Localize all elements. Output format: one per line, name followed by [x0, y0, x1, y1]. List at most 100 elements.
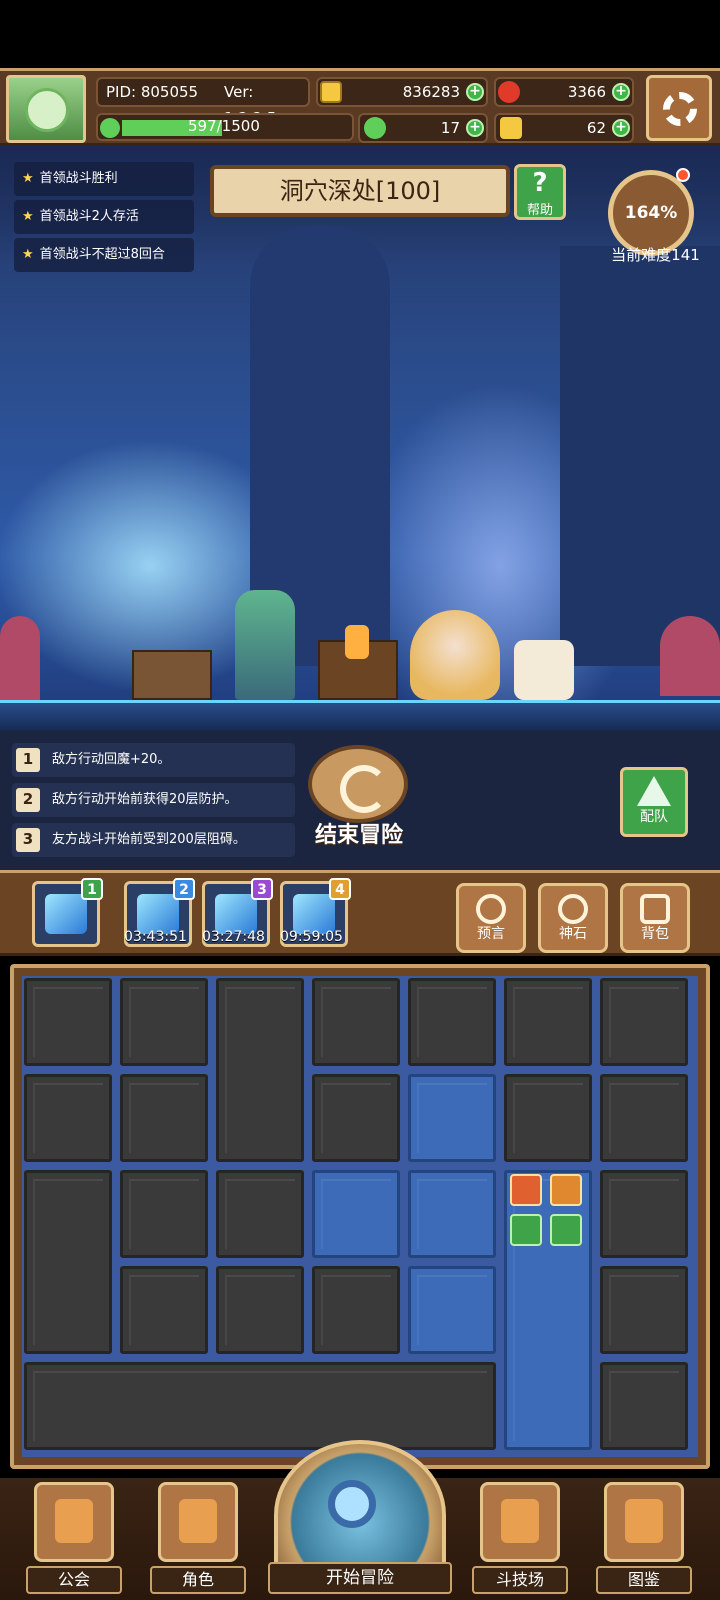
map-tile[interactable]	[600, 978, 688, 1066]
clover-action-icon[interactable]	[510, 1214, 542, 1246]
prophecy-label: 预言	[477, 926, 505, 942]
add-hand-icon[interactable]: +	[612, 119, 630, 137]
map-tile[interactable]	[312, 978, 400, 1066]
gem-timer: 03:43:51	[124, 929, 187, 945]
item-bar: 1 2 03:43:51 3 03:27:48 4 09:59:05 预言 神石…	[0, 870, 720, 956]
book-icon	[604, 1482, 684, 1562]
question-icon: ?	[532, 168, 548, 198]
map-tile-current[interactable]	[504, 1170, 592, 1450]
nav-guild[interactable]: 公会	[26, 1482, 122, 1594]
clover-counter: 17 +	[358, 113, 488, 143]
nav-codex-label: 图鉴	[596, 1566, 692, 1594]
quest-item: ★ 首领战斗2人存活	[14, 200, 194, 234]
exp-bar: 597/1500	[96, 113, 354, 141]
blue-gem-icon	[293, 894, 335, 934]
stage-title: 洞穴深处[100]	[210, 165, 510, 217]
nav-character[interactable]: 角色	[150, 1482, 246, 1594]
rule-item: 2 敌方行动开始前获得20层防护。	[12, 783, 295, 817]
team-label: 配队	[640, 809, 668, 825]
gem-slot[interactable]: 1	[32, 878, 103, 947]
end-adventure-button[interactable]: 结束冒险	[300, 745, 418, 855]
slot-badge: 1	[81, 878, 103, 900]
blue-gem-icon	[137, 894, 179, 934]
backpack-button[interactable]: 背包	[620, 883, 690, 953]
star-icon: ★	[22, 171, 34, 186]
nav-character-label: 角色	[150, 1566, 246, 1594]
map-tile[interactable]	[24, 978, 112, 1066]
dungeon-map	[10, 964, 710, 1469]
player-avatar[interactable]	[6, 75, 86, 143]
map-tile[interactable]	[408, 978, 496, 1066]
hero-princess[interactable]	[410, 610, 500, 700]
attack-action-icon[interactable]	[510, 1174, 542, 1206]
map-tile-candle[interactable]	[312, 1266, 400, 1354]
map-tile[interactable]	[504, 1074, 592, 1162]
hero-bunny-girl[interactable]	[235, 590, 295, 700]
start-adventure-button[interactable]: 开始冒险	[268, 1440, 452, 1600]
map-tile[interactable]	[24, 1074, 112, 1162]
backpack-label: 背包	[641, 926, 669, 942]
map-tile[interactable]	[600, 1362, 688, 1450]
map-tile[interactable]	[120, 1266, 208, 1354]
map-tile-door[interactable]	[24, 1170, 112, 1354]
cave-floor	[0, 700, 720, 730]
map-tile-rubble[interactable]	[24, 1362, 496, 1450]
coral-left	[0, 616, 40, 706]
add-clover-icon[interactable]: +	[466, 119, 484, 137]
nav-arena[interactable]: 斗技场	[472, 1482, 568, 1594]
prophecy-button[interactable]: 预言	[456, 883, 526, 953]
red-gem-counter: 3366 +	[494, 77, 634, 107]
map-tile[interactable]	[216, 1170, 304, 1258]
start-adventure-label: 开始冒险	[268, 1562, 452, 1594]
map-tile[interactable]	[216, 1266, 304, 1354]
map-tile-cauldron[interactable]	[408, 1170, 496, 1258]
settings-button[interactable]	[646, 75, 712, 141]
help-button[interactable]: ? 帮助	[514, 164, 566, 220]
slot-badge: 3	[251, 878, 273, 900]
map-tile[interactable]	[600, 1266, 688, 1354]
exp-value: 597/1500	[188, 117, 260, 135]
rule-item: 1 敌方行动回魔+20。	[12, 743, 295, 777]
blue-gem-icon	[45, 894, 87, 934]
blue-gem-icon	[215, 894, 257, 934]
backpack-icon	[640, 894, 670, 924]
team-icon	[637, 776, 671, 806]
quest-item: ★ 首领战斗不超过8回合	[14, 238, 194, 272]
map-tile[interactable]	[120, 978, 208, 1066]
white-cat-pet[interactable]	[514, 640, 574, 700]
player-info-pill: PID: 805055 Ver: 1.2.2.5	[96, 77, 310, 127]
god-stone-button[interactable]: 神石	[538, 883, 608, 953]
star-action-icon[interactable]	[550, 1174, 582, 1206]
crossed-swords-icon	[480, 1482, 560, 1562]
map-tile-explored[interactable]	[408, 1074, 496, 1162]
hand-counter: 62 +	[494, 113, 634, 143]
rule-item: 3 友方战斗开始前受到200层阻碍。	[12, 823, 295, 857]
map-tile-chest[interactable]	[600, 1074, 688, 1162]
thumbs-up-action-icon[interactable]	[550, 1214, 582, 1246]
clover-icon	[364, 117, 386, 139]
team-setup-button[interactable]: 配队	[620, 767, 688, 837]
god-stone-label: 神石	[559, 926, 587, 942]
map-tile-chest[interactable]	[120, 1074, 208, 1162]
star-icon: ★	[22, 247, 34, 262]
notification-dot	[676, 168, 690, 182]
map-tile-door[interactable]	[216, 978, 304, 1162]
map-tile[interactable]	[504, 978, 592, 1066]
star-icon: ★	[22, 209, 34, 224]
gold-counter: 836283 +	[316, 77, 488, 107]
slot-badge: 4	[329, 878, 351, 900]
dungeon-grid	[22, 976, 698, 1457]
nav-codex[interactable]: 图鉴	[596, 1482, 692, 1594]
gem-timer: 03:27:48	[202, 929, 265, 945]
map-tile[interactable]	[600, 1170, 688, 1258]
map-tile-explored[interactable]	[312, 1170, 400, 1258]
top-status-bar: PID: 805055 Ver: 1.2.2.5 836283 + 3366 +…	[0, 68, 720, 146]
map-tile-explored[interactable]	[408, 1266, 496, 1354]
coral-right	[660, 616, 720, 696]
map-tile[interactable]	[312, 1074, 400, 1162]
add-gold-icon[interactable]: +	[466, 83, 484, 101]
guild-house-icon	[34, 1482, 114, 1562]
add-red-gem-icon[interactable]: +	[612, 83, 630, 101]
map-tile[interactable]	[120, 1170, 208, 1258]
gem-timer: 09:59:05	[280, 929, 343, 945]
